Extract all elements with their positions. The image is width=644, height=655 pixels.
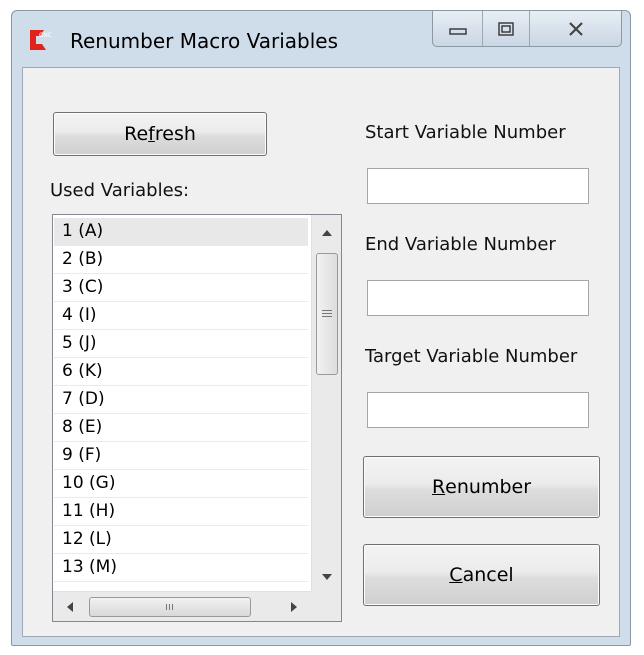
grip-icon: [166, 604, 173, 610]
horizontal-scrollbar[interactable]: [53, 591, 313, 621]
start-variable-label: Start Variable Number: [365, 122, 566, 143]
list-item[interactable]: 5 (J): [54, 330, 308, 358]
close-button[interactable]: [530, 11, 621, 46]
triangle-right-icon: [291, 602, 297, 612]
scroll-right-button[interactable]: [285, 597, 303, 617]
list-item[interactable]: 9 (F): [54, 442, 308, 470]
scrollbar-corner: [311, 591, 341, 621]
grip-line: [322, 313, 332, 314]
list-item[interactable]: 11 (H): [54, 498, 308, 526]
renumber-label-rest: enumber: [445, 476, 532, 498]
target-variable-input[interactable]: [367, 392, 589, 428]
scroll-down-button[interactable]: [312, 567, 341, 587]
triangle-left-icon: [67, 602, 73, 612]
list-item[interactable]: 10 (G): [54, 470, 308, 498]
triangle-up-icon: [322, 230, 332, 236]
red-cnc-logo-icon: CNC: [30, 30, 52, 50]
window-controls: [432, 11, 622, 47]
dialog-client-area: Re f resh Used Variables: 1 (A) 2 (B) 3 (C…: [22, 67, 620, 637]
minimize-button[interactable]: [433, 11, 483, 46]
title-bar[interactable]: CNC Renumber Macro Variables: [12, 11, 630, 69]
scroll-up-button[interactable]: [312, 223, 341, 243]
maximize-button[interactable]: [483, 11, 530, 46]
renumber-mnemonic: R: [431, 476, 446, 498]
list-item[interactable]: 4 (I): [54, 302, 308, 330]
svg-text:CNC: CNC: [39, 32, 52, 39]
target-variable-label: Target Variable Number: [365, 346, 578, 367]
vertical-scroll-thumb[interactable]: [316, 253, 338, 375]
window-title: Renumber Macro Variables: [70, 29, 338, 53]
used-variables-label: Used Variables:: [50, 180, 190, 201]
horizontal-scroll-thumb[interactable]: [89, 597, 251, 617]
end-variable-label: End Variable Number: [365, 234, 556, 255]
list-items: 1 (A) 2 (B) 3 (C) 4 (I) 5 (J) 6 (K) 7 (D…: [54, 218, 308, 582]
cancel-label-rest: ancel: [462, 564, 514, 586]
cancel-button[interactable]: Cancel: [363, 544, 600, 606]
dialog-window: CNC Renumber Macro Variables Re f resh U…: [11, 10, 631, 646]
refresh-label-rest: resh: [154, 123, 196, 145]
refresh-button[interactable]: Re f resh: [53, 112, 267, 156]
close-icon: [568, 21, 583, 36]
scroll-left-button[interactable]: [61, 597, 79, 617]
list-item[interactable]: 8 (E): [54, 414, 308, 442]
list-item[interactable]: 6 (K): [54, 358, 308, 386]
refresh-mnemonic: f: [148, 123, 155, 145]
grip-line: [322, 310, 332, 311]
triangle-down-icon: [322, 574, 332, 580]
start-variable-input[interactable]: [367, 168, 589, 204]
vertical-scrollbar[interactable]: [311, 215, 341, 593]
maximize-icon: [498, 21, 514, 36]
end-variable-input[interactable]: [367, 280, 589, 316]
list-item[interactable]: 3 (C): [54, 274, 308, 302]
cancel-mnemonic: C: [449, 564, 463, 586]
used-variables-list[interactable]: 1 (A) 2 (B) 3 (C) 4 (I) 5 (J) 6 (K) 7 (D…: [52, 214, 342, 622]
list-item[interactable]: 1 (A): [54, 218, 308, 246]
renumber-button[interactable]: Renumber: [363, 456, 600, 518]
list-item[interactable]: 13 (M): [54, 554, 308, 582]
list-item[interactable]: 7 (D): [54, 386, 308, 414]
grip-line: [322, 316, 332, 317]
minimize-icon: [448, 27, 467, 35]
list-item[interactable]: 12 (L): [54, 526, 308, 554]
list-item[interactable]: 2 (B): [54, 246, 308, 274]
refresh-label-part: Re: [124, 123, 149, 145]
